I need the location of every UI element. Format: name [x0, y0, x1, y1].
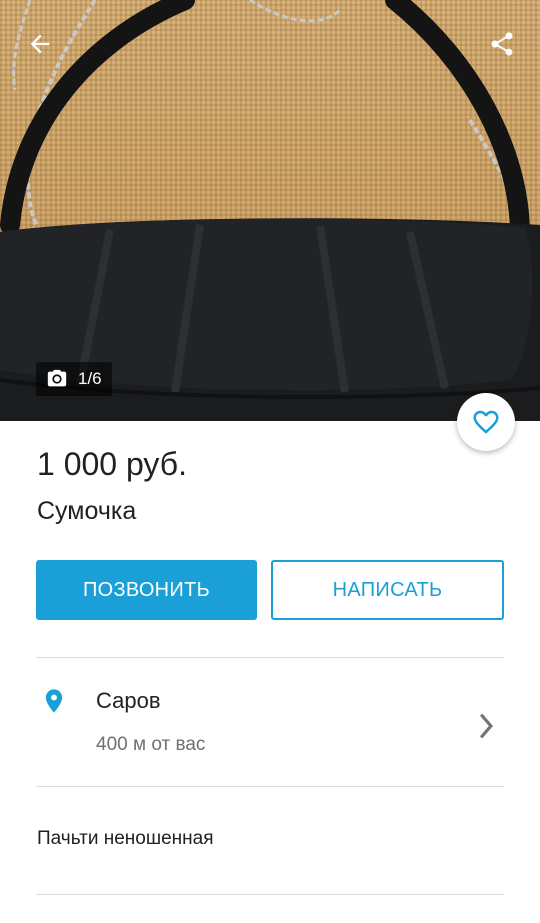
photo-counter-text: 1/6: [78, 369, 102, 388]
share-button[interactable]: [480, 22, 524, 66]
write-button[interactable]: НАПИСАТЬ: [271, 560, 504, 620]
camera-icon: [47, 369, 67, 387]
listing-title: Сумочка: [37, 497, 137, 525]
location-pin-icon: [45, 689, 63, 713]
handbag-photo: [0, 0, 540, 421]
location-distance: 400 м от вас: [96, 734, 206, 755]
listing-photo[interactable]: 1/6: [0, 0, 540, 421]
divider: [36, 894, 504, 895]
divider: [36, 786, 504, 787]
photo-counter: 1/6: [36, 362, 112, 396]
back-button[interactable]: [18, 22, 62, 66]
arrow-back-icon: [30, 34, 50, 54]
share-icon: [491, 32, 513, 56]
location-row[interactable]: Саров 400 м от вас: [0, 658, 540, 785]
listing-description: Пачьти неношенная: [37, 828, 214, 849]
favorite-button[interactable]: [457, 393, 515, 451]
heart-outline-icon: [473, 410, 499, 434]
call-button[interactable]: ПОЗВОНИТЬ: [36, 560, 257, 620]
location-city: Саров: [96, 688, 161, 713]
chevron-right-icon: [479, 713, 494, 739]
listing-price: 1 000 руб.: [37, 446, 187, 482]
